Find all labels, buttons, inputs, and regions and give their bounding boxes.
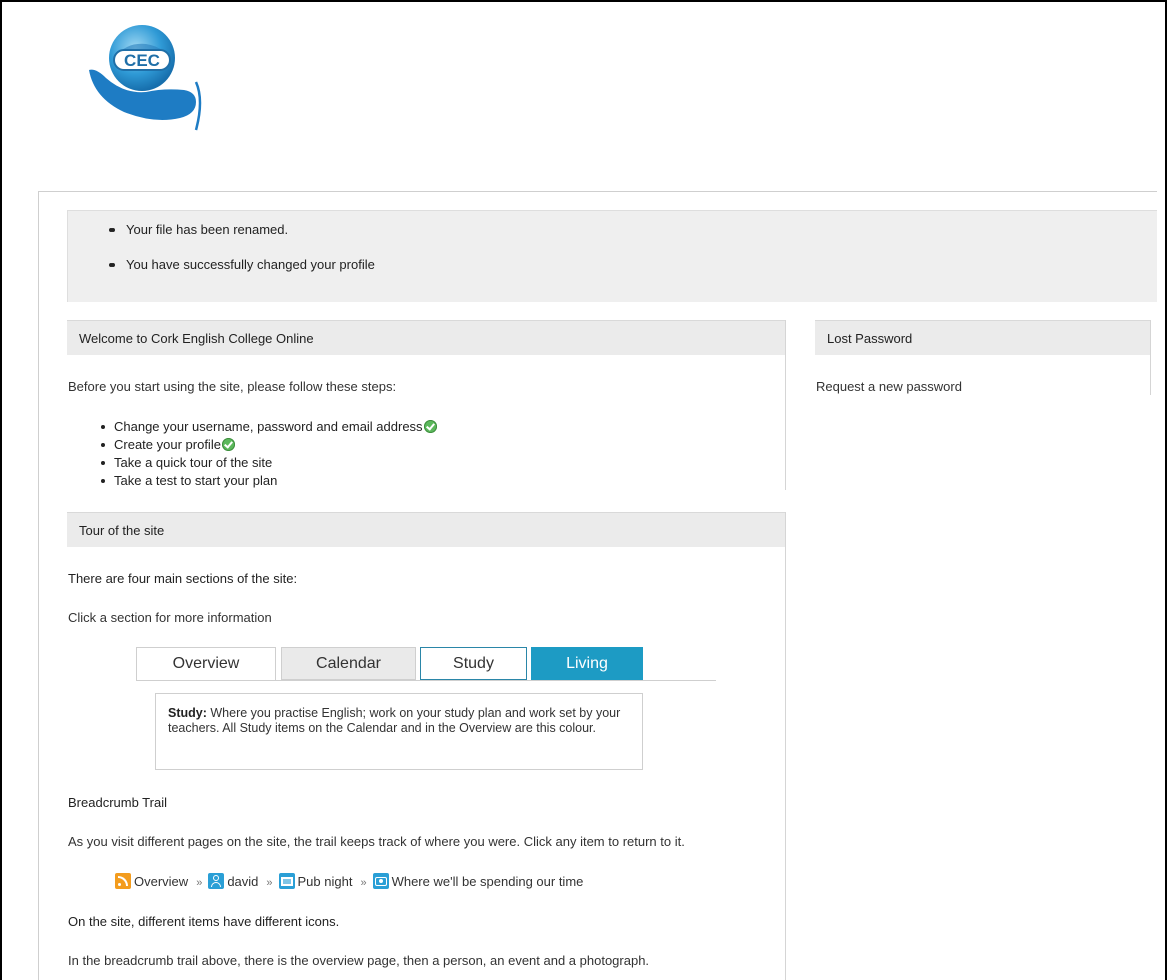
welcome-panel-title: Welcome to Cork English College Online: [67, 320, 786, 355]
tour-panel-title: Tour of the site: [67, 512, 786, 547]
info-label: Study:: [168, 706, 207, 720]
section-info-box: Study: Where you practise English; work …: [155, 693, 643, 770]
step-create-profile[interactable]: Create your profile: [98, 436, 437, 454]
tour-panel-border: [785, 512, 786, 980]
step-quick-tour[interactable]: Take a quick tour of the site: [98, 454, 437, 472]
camera-icon: [372, 873, 389, 889]
message-profile-changed: You have successfully changed your profi…: [109, 257, 375, 272]
tabs-baseline: [136, 680, 716, 681]
tab-study[interactable]: Study: [420, 647, 527, 680]
welcome-steps-list: Change your username, password and email…: [98, 418, 437, 490]
lost-password-border: [1150, 320, 1151, 395]
content-left-rule: [38, 192, 39, 980]
content-top-rule: [38, 191, 1157, 192]
breadcrumb-item-person[interactable]: david: [208, 873, 258, 889]
check-icon: [423, 420, 437, 433]
breadcrumb-item-overview[interactable]: Overview: [115, 873, 188, 889]
request-password-link[interactable]: Request a new password: [816, 379, 962, 394]
tab-overview[interactable]: Overview: [136, 647, 276, 680]
message-renamed: Your file has been renamed.: [108, 222, 288, 237]
breadcrumb-description: As you visit different pages on the site…: [68, 834, 685, 849]
person-icon: [208, 873, 225, 889]
icons-description: In the breadcrumb trail above, there is …: [68, 953, 650, 968]
step-change-credentials[interactable]: Change your username, password and email…: [98, 418, 437, 436]
breadcrumb-separator: »: [196, 877, 203, 889]
icons-heading: On the site, different items have differ…: [68, 914, 340, 929]
breadcrumb: Overview » david » Pub night » Where we'll be …: [115, 873, 583, 891]
cec-logo[interactable]: CEC: [84, 20, 214, 135]
status-messages: Your file has been renamed. You have suc…: [67, 210, 1157, 302]
lost-password-title: Lost Password: [815, 320, 1151, 355]
window-frame: [0, 0, 1167, 980]
breadcrumb-separator: »: [360, 877, 367, 889]
tab-calendar[interactable]: Calendar: [281, 647, 416, 680]
breadcrumb-heading: Breadcrumb Trail: [68, 795, 167, 810]
welcome-panel-border: [785, 320, 786, 490]
welcome-intro: Before you start using the site, please …: [68, 379, 397, 394]
calendar-event-icon: [278, 873, 295, 889]
logo-text: CEC: [124, 51, 160, 70]
info-text: Where you practise English; work on your…: [168, 706, 621, 735]
breadcrumb-item-photo[interactable]: Where we'll be spending our time: [372, 873, 583, 889]
breadcrumb-item-event[interactable]: Pub night: [278, 873, 352, 889]
tab-living[interactable]: Living: [531, 647, 643, 680]
tour-click-text: Click a section for more information: [68, 610, 272, 625]
breadcrumb-separator: »: [266, 877, 273, 889]
rss-icon: [115, 873, 131, 889]
tour-sections-text: There are four main sections of the site…: [68, 571, 298, 586]
step-take-test[interactable]: Take a test to start your plan: [98, 472, 437, 490]
check-icon: [221, 438, 235, 451]
